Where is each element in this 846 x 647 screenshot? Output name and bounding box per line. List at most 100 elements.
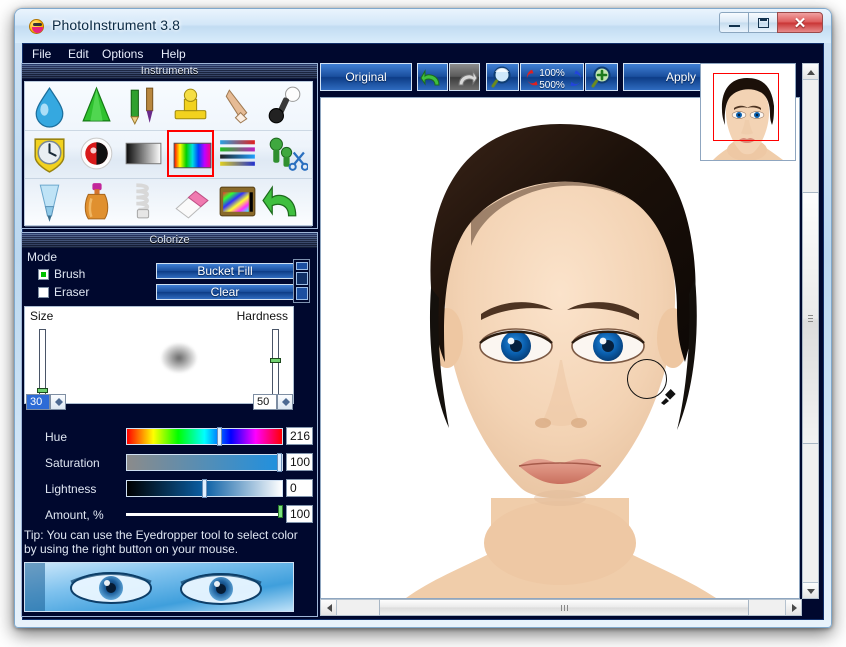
blue-droplet-icon [35,87,64,128]
hardness-value-input[interactable]: 50 [253,394,277,410]
undo-button[interactable] [417,63,448,91]
lightness-slider-thumb[interactable] [201,479,207,498]
saturation-value-input[interactable]: 100 [286,453,313,471]
redo-button[interactable] [449,63,480,91]
zoom-fit-button[interactable] [486,63,519,91]
original-button[interactable]: Original [320,63,412,91]
menu-file[interactable]: File [27,46,56,62]
saturation-slider-track[interactable] [126,453,283,472]
undo-tool[interactable] [261,178,308,225]
amount-slider-thumb[interactable] [278,505,283,518]
color-balance-tool[interactable] [214,130,261,177]
blue-nozzle-icon [39,184,60,222]
slider-row-hue: Hue 216 [21,426,318,450]
close-button[interactable]: ✕ [777,12,823,33]
clear-button[interactable]: Clear [156,284,294,300]
menu-edit[interactable]: Edit [63,46,94,62]
clone-stamp-tool[interactable] [167,82,214,129]
brush-checkbox[interactable] [38,269,49,280]
scroll-up-button[interactable] [802,63,819,80]
slider-row-lightness: Lightness 0 [21,478,318,502]
zoom-level-button[interactable]: 100% 500% [520,63,584,91]
airbrush-tool[interactable] [26,178,73,225]
gray-redo-arrow-icon [457,69,478,86]
hardness-slider-thumb[interactable] [270,358,281,363]
grayscale-tool[interactable] [120,130,167,177]
navigator-thumbnail[interactable] [700,63,796,161]
canvas-vertical-scrollbar[interactable] [802,63,819,599]
red-eye-tool[interactable] [73,130,120,177]
maximize-button[interactable] [748,12,777,33]
paint-tool[interactable] [120,82,167,129]
zoom-percent-icon: 100% 500% [526,68,581,91]
hue-slider-track[interactable] [126,427,283,446]
lightness-value-input[interactable]: 0 [286,479,313,497]
minimize-button[interactable] [719,12,748,33]
smiley-icon [29,19,44,34]
menu-options[interactable]: Options [97,46,148,62]
left-eye [479,328,553,364]
lighting-tool[interactable] [120,178,167,225]
noise-tool[interactable] [214,178,261,225]
amount-value-input[interactable]: 100 [286,505,313,523]
liquify-tool[interactable] [261,82,308,129]
right-eye [571,328,645,364]
rainbow-spectrum-icon [173,142,212,169]
female-portrait-blue-eyes [321,98,799,598]
vertical-scroll-thumb[interactable] [802,192,819,444]
eraser-checkbox[interactable] [38,287,49,298]
magnifier-plus-icon [591,66,610,88]
clone-cut-tool[interactable] [261,130,308,177]
patch-tool[interactable] [214,82,261,129]
smudge-tool[interactable] [26,82,73,129]
window-controls: ✕ [719,12,823,33]
svg-text:100%: 100% [539,68,565,79]
size-value-input[interactable]: 30 [26,394,50,410]
mini-square-large-icon[interactable] [296,287,308,300]
instruments-row [25,130,312,179]
blur-tool[interactable] [73,82,120,129]
amount-label: Amount, % [45,508,104,522]
hardness-slider-track[interactable] [270,329,281,397]
instruments-grid [24,81,313,227]
hue-value-input[interactable]: 216 [286,427,313,445]
scroll-down-button[interactable] [802,582,819,599]
lightness-slider-track[interactable] [126,479,283,498]
history-tool[interactable] [26,130,73,177]
menu-help[interactable]: Help [156,46,191,62]
scroll-left-button[interactable] [320,599,337,616]
lightness-label: Lightness [45,482,97,496]
image-canvas[interactable] [320,97,800,599]
eraser-tool[interactable] [167,178,214,225]
brush-label: Brush [54,267,86,281]
colorize-panel-title: Colorize [149,234,190,246]
makeup-tool[interactable] [73,178,120,225]
hue-slider-thumb[interactable] [217,427,222,446]
saturation-label: Saturation [45,456,100,470]
saturation-slider-thumb[interactable] [277,453,283,472]
size-slider-track[interactable] [37,329,48,397]
scroll-right-button[interactable] [785,599,802,616]
green-undo-arrow-icon [419,69,440,86]
clock-shield-icon [34,138,65,173]
mini-square-small-icon[interactable] [296,262,308,270]
slider-row-saturation: Saturation 100 [21,452,318,476]
amount-slider-track[interactable] [126,505,283,518]
instruments-row [25,82,312,131]
canvas-horizontal-scrollbar[interactable] [320,599,802,616]
bandage-icon [225,89,248,124]
mini-resize-arrow-icon[interactable] [296,272,308,285]
size-spinner[interactable] [50,394,66,410]
zoom-in-button[interactable] [585,63,618,91]
hardness-spinner[interactable] [277,394,293,410]
hue-label: Hue [45,430,68,444]
red-viewport-rectangle[interactable] [713,73,779,141]
colorize-tool[interactable] [167,130,214,177]
photoinstrument-window: PhotoInstrument 3.8 ✕ File Edit Options … [0,0,846,647]
brush-size-mini-control[interactable] [293,259,310,303]
pencil-brush-icon [130,87,154,126]
size-slider-thumb[interactable] [37,388,48,393]
horizontal-scroll-thumb[interactable] [379,599,749,616]
bucket-fill-button[interactable]: Bucket Fill [156,263,294,279]
instruments-panel: Instruments [21,63,318,229]
